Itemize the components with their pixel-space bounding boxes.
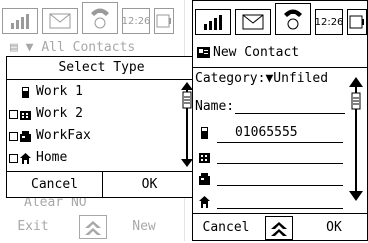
phone-icon	[201, 127, 208, 139]
softkey-bar: Cancel OK	[193, 213, 368, 242]
checkbox[interactable]	[9, 153, 18, 163]
workfax-field[interactable]	[217, 185, 343, 186]
type-item-work-2[interactable]: Work 2	[9, 103, 83, 125]
signal-icon	[2, 8, 38, 34]
checkbox[interactable]	[9, 131, 18, 141]
dialog-title: Select Type	[7, 57, 196, 80]
mail-icon[interactable]	[42, 8, 78, 34]
mail-icon[interactable]	[235, 9, 271, 35]
status-bar: 12:26	[2, 2, 174, 36]
building-icon	[199, 153, 210, 163]
clock-display: 12:26	[315, 9, 343, 35]
name-label: Name:	[195, 99, 235, 114]
battery-icon	[347, 9, 367, 35]
house-icon	[20, 152, 31, 164]
checkbox[interactable]	[9, 109, 18, 119]
status-bar: 12:26	[195, 3, 367, 37]
work-phone-value[interactable]: 01065555	[235, 125, 298, 140]
ok-button[interactable]: OK	[301, 214, 367, 242]
scroll-up-icon[interactable]	[265, 216, 293, 240]
house-icon	[199, 196, 210, 208]
ok-button[interactable]: OK	[103, 173, 196, 197]
category-row: Category:▼Unfiled	[195, 71, 328, 86]
phone-status-icon[interactable]	[82, 2, 118, 34]
type-item-label: Work 1	[36, 84, 83, 99]
fax-icon	[199, 173, 210, 185]
name-field[interactable]	[235, 113, 345, 114]
building-icon	[20, 110, 31, 120]
contacts-filter: ▤ ▼ All Contacts	[10, 40, 135, 55]
type-item-label: WorkFax	[36, 128, 91, 143]
fax-icon	[20, 130, 31, 142]
contacts-filter-label: All Contacts	[41, 40, 136, 55]
cancel-button[interactable]: Cancel	[193, 214, 259, 242]
softkey-bar: Exit New	[0, 213, 176, 241]
clock-display: 12:26	[122, 8, 150, 34]
category-dropdown[interactable]: ▼Unfiled	[265, 71, 328, 86]
select-type-dialog: Select Type Work 1 Work 2 WorkFax Home C…	[6, 56, 197, 198]
home-field[interactable]	[217, 208, 343, 209]
contacts-card-icon	[197, 47, 210, 58]
category-value: Unfiled	[273, 71, 329, 86]
new-button[interactable]: New	[112, 213, 176, 241]
form-scrollbar[interactable]	[349, 77, 363, 201]
signal-icon	[195, 9, 231, 35]
category-label: Category:	[195, 71, 266, 86]
work-phone-field[interactable]	[217, 142, 343, 143]
exit-button[interactable]: Exit	[0, 213, 66, 241]
page-title: New Contact	[197, 45, 299, 60]
scroll-up-icon[interactable]	[79, 215, 107, 239]
phone-status-icon[interactable]	[275, 3, 311, 35]
cancel-button[interactable]: Cancel	[7, 173, 102, 197]
type-item-workfax[interactable]: WorkFax	[9, 125, 91, 147]
battery-icon	[154, 8, 174, 34]
dropdown-arrow-icon: ▼	[25, 40, 34, 55]
contacts-book-icon: ▤	[10, 40, 18, 55]
type-item-label: Work 2	[36, 106, 83, 121]
right-screen: 12:26 New Contact Category:▼Unfiled Name…	[192, 0, 368, 241]
work-2-field[interactable]	[217, 163, 343, 164]
type-item-home[interactable]: Home	[9, 147, 67, 169]
type-item-label: Home	[36, 150, 68, 165]
title-divider	[193, 67, 367, 68]
type-item-work-1[interactable]: Work 1	[9, 81, 83, 103]
page-title-text: New Contact	[213, 45, 300, 60]
phone-icon	[22, 86, 29, 98]
